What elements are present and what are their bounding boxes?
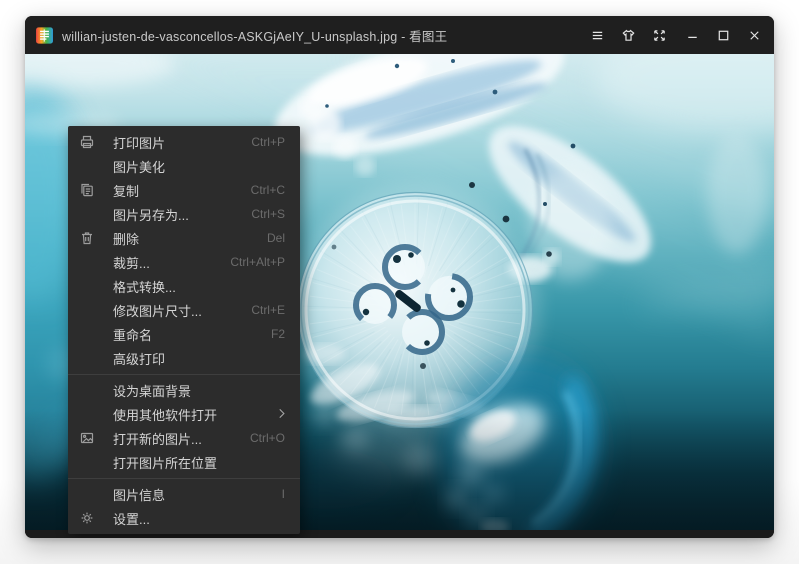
menu-item-crop[interactable]: 裁剪... Ctrl+Alt+P [68, 250, 300, 274]
titlebar-minimize-button[interactable] [677, 16, 708, 54]
maximize-icon [716, 28, 731, 43]
menu-separator [68, 474, 300, 482]
menu-item-label: 打印图片 [113, 133, 165, 152]
menu-item-label: 图片另存为... [113, 205, 189, 224]
menu-item-label: 修改图片尺寸... [113, 301, 202, 320]
titlebar-maximize-button[interactable] [708, 16, 739, 54]
menu-item-print-image[interactable]: 打印图片 Ctrl+P [68, 130, 300, 154]
tshirt-icon [621, 28, 636, 43]
photo-viewport[interactable]: 打印图片 Ctrl+P 图片美化复制 Ctrl+C 图片另存为... Ctrl+S 删除 De… [25, 54, 774, 530]
menu-item-open-with[interactable]: 使用其他软件打开 [68, 402, 300, 426]
screenshot-page: willian-justen-de-vasconcellos-ASKGjAeIY… [0, 0, 799, 564]
menu-item-label: 裁剪... [113, 253, 150, 272]
menu-item-shortcut: F2 [271, 327, 285, 341]
menu-item-advanced-print[interactable]: 高级打印 [68, 346, 300, 370]
menu-item-label: 复制 [113, 181, 139, 200]
titlebar-close-button[interactable] [739, 16, 770, 54]
titlebar-fullscreen-button[interactable] [644, 16, 675, 54]
menu-item-resize-image[interactable]: 修改图片尺寸... Ctrl+E [68, 298, 300, 322]
menu-item-open-new-image[interactable]: 打开新的图片... Ctrl+O [68, 426, 300, 450]
menu-item-shortcut: Del [267, 231, 285, 245]
copy-icon [79, 182, 95, 198]
close-icon [747, 28, 762, 43]
menu-item-label: 图片信息 [113, 485, 165, 504]
image-icon [79, 430, 95, 446]
viewer-window: willian-justen-de-vasconcellos-ASKGjAeIY… [25, 16, 774, 538]
window-title: willian-justen-de-vasconcellos-ASKGjAeIY… [62, 26, 582, 45]
faint-right-jellyfish [707, 134, 767, 254]
menu-item-label: 重命名 [113, 325, 152, 344]
printer-icon [79, 134, 95, 150]
menu-item-label: 格式转换... [113, 277, 176, 296]
menu-item-label: 打开新的图片... [113, 429, 202, 448]
menu-item-format-convert[interactable]: 格式转换... [68, 274, 300, 298]
menu-item-shortcut: Ctrl+S [251, 207, 285, 221]
menu-item-settings[interactable]: 设置... [68, 506, 300, 530]
app-logo-icon [35, 26, 54, 45]
menu-item-label: 图片美化 [113, 157, 165, 176]
menu-item-set-as-wallpaper[interactable]: 设为桌面背景 [68, 378, 300, 402]
menu-item-shortcut: Ctrl+Alt+P [230, 255, 285, 269]
menu-item-beautify-image[interactable]: 图片美化 [68, 154, 300, 178]
titlebar-main-menu-button[interactable] [582, 16, 613, 54]
chevron-right-icon [276, 409, 288, 421]
hamburger-icon [590, 28, 605, 43]
context-menu: 打印图片 Ctrl+P 图片美化复制 Ctrl+C 图片另存为... Ctrl+S 删除 De… [68, 126, 300, 534]
menu-item-label: 打开图片所在位置 [113, 453, 217, 472]
menu-item-shortcut: I [282, 487, 285, 501]
minimize-icon [685, 28, 700, 43]
menu-item-shortcut: Ctrl+O [250, 431, 285, 445]
menu-item-copy[interactable]: 复制 Ctrl+C [68, 178, 300, 202]
menu-separator [68, 370, 300, 378]
menu-item-label: 使用其他软件打开 [113, 405, 217, 424]
menu-item-label: 删除 [113, 229, 139, 248]
gear-icon [79, 510, 95, 526]
menu-item-label: 设置... [113, 509, 150, 528]
menu-item-delete[interactable]: 删除 Del [68, 226, 300, 250]
menu-item-open-file-location[interactable]: 打开图片所在位置 [68, 450, 300, 474]
fullscreen-icon [652, 28, 667, 43]
menu-item-shortcut: Ctrl+C [251, 183, 285, 197]
menu-item-image-info[interactable]: 图片信息 I [68, 482, 300, 506]
menu-item-label: 设为桌面背景 [113, 381, 191, 400]
titlebar-skin-theme-button[interactable] [613, 16, 644, 54]
titlebar: willian-justen-de-vasconcellos-ASKGjAeIY… [25, 16, 774, 54]
menu-item-shortcut: Ctrl+P [251, 135, 285, 149]
menu-item-save-image-as[interactable]: 图片另存为... Ctrl+S [68, 202, 300, 226]
menu-item-shortcut: Ctrl+E [251, 303, 285, 317]
menu-item-label: 高级打印 [113, 349, 165, 368]
titlebar-controls [582, 16, 770, 54]
trash-icon [79, 230, 95, 246]
menu-item-rename[interactable]: 重命名 F2 [68, 322, 300, 346]
